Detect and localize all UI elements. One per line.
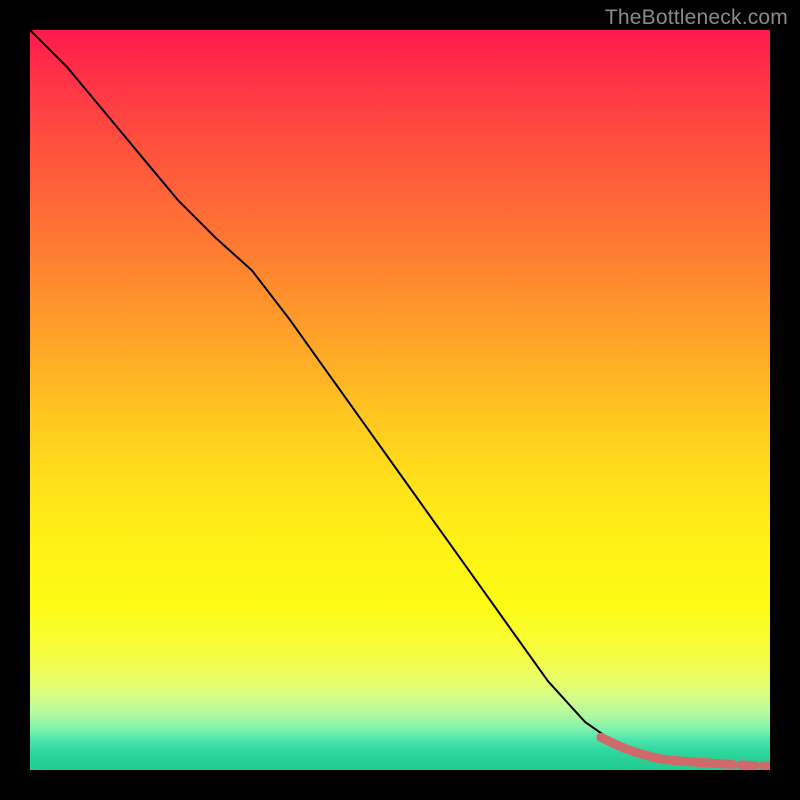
attribution-text: TheBottleneck.com xyxy=(605,6,788,30)
gradient-background xyxy=(30,30,770,770)
plot-area xyxy=(30,30,770,770)
chart-stage: TheBottleneck.com xyxy=(0,0,800,800)
